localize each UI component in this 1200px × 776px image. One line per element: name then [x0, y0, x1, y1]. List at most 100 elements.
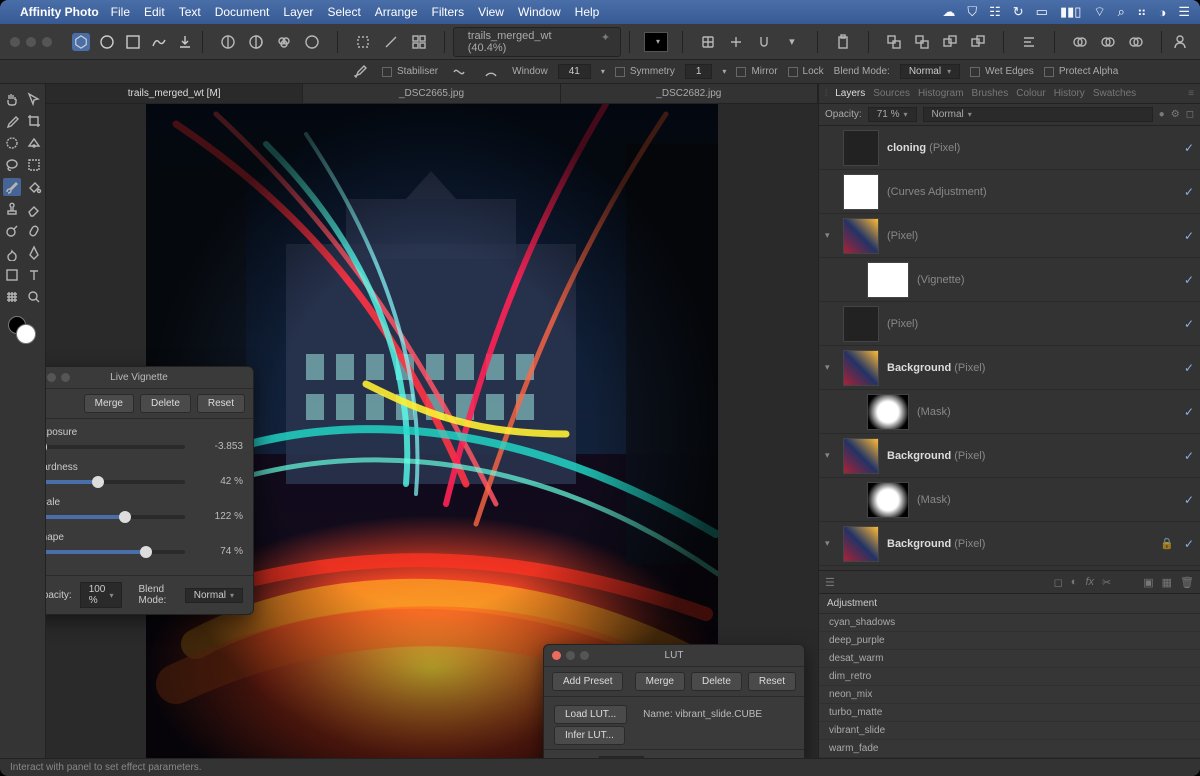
adjustment-item[interactable]: cyan_shadows: [819, 614, 1200, 632]
slider-track[interactable]: [46, 445, 185, 449]
layer-row[interactable]: ▾ (Pixel) ✓: [819, 214, 1200, 258]
lut-panel[interactable]: LUT Add Preset Merge Delete Reset Load L…: [543, 644, 805, 758]
panel-tab-sources[interactable]: Sources: [873, 88, 910, 99]
layers-square-icon[interactable]: ◻: [1186, 109, 1194, 120]
persona-liquify[interactable]: [98, 33, 116, 51]
layers-opacity-dropdown[interactable]: 71 %: [868, 107, 917, 122]
layers-blend-dropdown[interactable]: Normal: [923, 107, 1153, 122]
flood-select-tool[interactable]: [25, 134, 43, 152]
siri-icon[interactable]: ◑: [1158, 5, 1166, 20]
persona-export[interactable]: [176, 33, 194, 51]
doc-tab-0[interactable]: trails_merged_wt [M]: [46, 84, 303, 103]
layer-visible-check[interactable]: ✓: [1184, 361, 1194, 375]
display-icon[interactable]: ▭: [1036, 4, 1048, 20]
symmetry-value[interactable]: 1: [685, 64, 713, 79]
shape-tool[interactable]: [3, 266, 21, 284]
canvas[interactable]: Live Vignette Merge Delete Reset Exposur…: [46, 104, 818, 758]
layer-thumbnail[interactable]: [843, 130, 879, 166]
text-tool[interactable]: [25, 266, 43, 284]
layer-visible-check[interactable]: ✓: [1184, 185, 1194, 199]
lut-load-button[interactable]: Load LUT...: [554, 705, 627, 724]
panel-menu-icon[interactable]: ≡: [1188, 88, 1194, 99]
tb-diagonal-icon[interactable]: [380, 31, 402, 53]
tb-dropdown-icon[interactable]: ▾: [781, 31, 803, 53]
lock-toggle[interactable]: Lock: [788, 66, 824, 77]
color-picker-tool[interactable]: [3, 112, 21, 130]
dodge-tool[interactable]: [3, 222, 21, 240]
layer-thumbnail[interactable]: [843, 306, 879, 342]
layer-row[interactable]: cloning (Pixel) ✓: [819, 126, 1200, 170]
layers-crop-icon[interactable]: ✂: [1102, 576, 1111, 589]
adjustment-item[interactable]: dim_retro: [819, 668, 1200, 686]
tb-grid-icon[interactable]: [408, 31, 430, 53]
tb-intersect-icon[interactable]: [1125, 31, 1147, 53]
layer-thumbnail[interactable]: [843, 350, 879, 386]
layer-expand-icon[interactable]: ▾: [825, 230, 835, 241]
layer-row[interactable]: (Mask) ✓: [819, 390, 1200, 434]
persona-photo[interactable]: [72, 33, 90, 51]
layer-thumbnail[interactable]: [867, 394, 909, 430]
adjustment-item[interactable]: warm_fade: [819, 740, 1200, 758]
layer-visible-check[interactable]: ✓: [1184, 493, 1194, 507]
layer-expand-icon[interactable]: ▾: [825, 362, 835, 373]
mesh-tool[interactable]: [3, 288, 21, 306]
layers-dot-icon[interactable]: ●: [1159, 109, 1165, 120]
adjustment-item[interactable]: desat_warm: [819, 650, 1200, 668]
layer-row[interactable]: ▾ Background (Pixel) ✓: [819, 434, 1200, 478]
layer-visible-check[interactable]: ✓: [1184, 273, 1194, 287]
pen-tool[interactable]: [25, 244, 43, 262]
crop-tool[interactable]: [25, 112, 43, 130]
layers-stack-icon[interactable]: ☰: [825, 576, 835, 589]
ctx-brush-icon[interactable]: [350, 61, 372, 83]
layers-mask-icon[interactable]: ◻: [1054, 576, 1063, 589]
slider-track[interactable]: [46, 480, 185, 484]
panel-tab-swatches[interactable]: Swatches: [1093, 88, 1136, 99]
account-icon[interactable]: [1170, 31, 1190, 53]
tb-assist-icon[interactable]: [725, 31, 747, 53]
stamp-tool[interactable]: [3, 200, 21, 218]
persona-tone[interactable]: [150, 33, 168, 51]
tb-subtract-icon[interactable]: [1097, 31, 1119, 53]
layer-row[interactable]: ▾ Background (Pixel) 🔒 ✓: [819, 522, 1200, 566]
blend-mode-dropdown[interactable]: Normal: [900, 64, 960, 79]
layer-visible-check[interactable]: ✓: [1184, 317, 1194, 331]
ctx-arc-icon[interactable]: [480, 61, 502, 83]
lut-infer-button[interactable]: Infer LUT...: [554, 726, 625, 745]
vignette-opacity-dropdown[interactable]: 100 %: [80, 582, 123, 608]
zoom-tool[interactable]: [25, 288, 43, 306]
layer-thumbnail[interactable]: [843, 438, 879, 474]
menu-select[interactable]: Select: [327, 5, 360, 19]
layer-visible-check[interactable]: ✓: [1184, 141, 1194, 155]
layer-thumbnail[interactable]: [843, 218, 879, 254]
tb-color-icon[interactable]: [273, 31, 295, 53]
layers-add-icon[interactable]: ▦: [1162, 576, 1172, 589]
menu-help[interactable]: Help: [575, 5, 600, 19]
smudge-tool[interactable]: [3, 244, 21, 262]
fill-tool[interactable]: [25, 178, 43, 196]
lasso-tool[interactable]: [3, 156, 21, 174]
tb-selection-icon[interactable]: [352, 31, 374, 53]
document-title[interactable]: trails_merged_wt (40.4%)✦: [453, 27, 621, 57]
tb-arrange1-icon[interactable]: [883, 31, 905, 53]
tb-union-icon[interactable]: [1069, 31, 1091, 53]
marquee-tool[interactable]: [25, 156, 43, 174]
wet-edges-toggle[interactable]: Wet Edges: [970, 66, 1034, 77]
symmetry-toggle[interactable]: Symmetry: [615, 66, 675, 77]
layers-adjust-icon[interactable]: ◐: [1071, 576, 1078, 588]
window-traffic-lights[interactable]: [10, 37, 52, 47]
network-icon[interactable]: ☷: [989, 4, 1001, 20]
tb-magnet-icon[interactable]: [753, 31, 775, 53]
heal-tool[interactable]: [25, 222, 43, 240]
tb-halfcircle-icon[interactable]: [245, 31, 267, 53]
wifi-icon[interactable]: ⌔: [1093, 4, 1105, 20]
panel-tab-histogram[interactable]: Histogram: [918, 88, 964, 99]
color-dropdown[interactable]: [644, 32, 668, 52]
mirror-toggle[interactable]: Mirror: [736, 66, 777, 77]
paint-brush-tool[interactable]: [3, 178, 21, 196]
layer-row[interactable]: (Vignette) ✓: [819, 258, 1200, 302]
stabiliser-toggle[interactable]: Stabiliser: [382, 66, 438, 77]
menu-file[interactable]: File: [111, 5, 130, 19]
adjustment-item[interactable]: turbo_matte: [819, 704, 1200, 722]
doc-tab-2[interactable]: _DSC2682.jpg: [561, 84, 818, 103]
layer-thumbnail[interactable]: [843, 526, 879, 562]
